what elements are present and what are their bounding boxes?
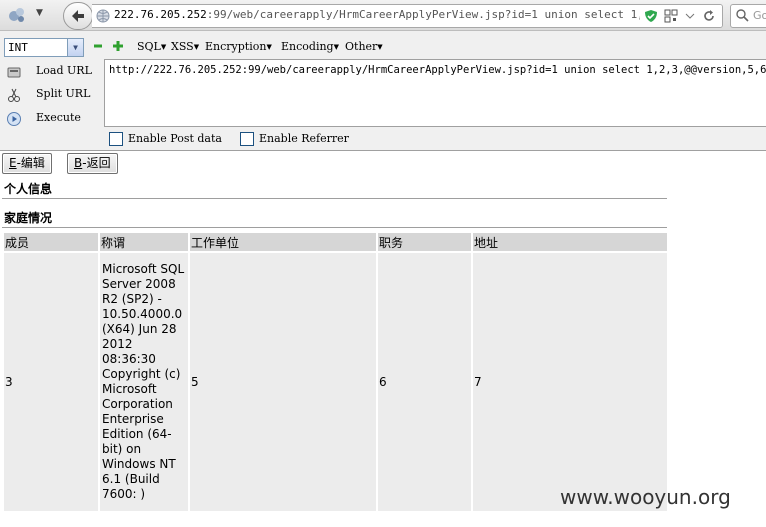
divider xyxy=(2,198,667,200)
reload-icon[interactable] xyxy=(702,9,716,26)
address-bar[interactable]: 222.76.205.252:99/web/careerapply/HrmCar… xyxy=(92,4,723,28)
load-url-label: Load URL xyxy=(36,64,92,77)
column-header: 成员 xyxy=(4,233,98,251)
search-box[interactable]: Go xyxy=(730,4,766,28)
dropdown-arrow-icon[interactable] xyxy=(684,9,696,26)
checkbox-box[interactable] xyxy=(109,132,123,146)
play-icon xyxy=(7,112,21,126)
menu-encryption-label: Encryption xyxy=(205,40,267,53)
menu-other-label: Other xyxy=(345,40,378,53)
menu-other[interactable]: Other▼ xyxy=(345,40,383,53)
url-bar-icons xyxy=(640,5,722,27)
type-select-value: INT xyxy=(8,41,28,54)
scissors-icon xyxy=(8,88,20,102)
chevron-down-icon: ▼ xyxy=(193,43,200,51)
load-url-button[interactable]: Load URL xyxy=(2,61,102,83)
extension-icon[interactable] xyxy=(6,5,28,25)
column-header: 称谓 xyxy=(100,233,188,251)
menu-xss-label: XSS xyxy=(171,40,194,53)
hackbar-panel: INT ▼ SQL▼ XSS▼ Encryption▼ Encoding▼ Ot… xyxy=(0,31,766,151)
url-path: :99/web/careerapply/HrmCareerApplyPerVie… xyxy=(206,8,691,21)
table-cell: 7 xyxy=(473,253,667,511)
menu-encoding[interactable]: Encoding▼ xyxy=(281,40,339,53)
menu-sql-label: SQL xyxy=(137,40,161,53)
url-textarea[interactable]: http://222.76.205.252:99/web/careerapply… xyxy=(104,59,766,127)
minus-icon[interactable] xyxy=(93,41,103,51)
enable-referrer-label: Enable Referrer xyxy=(259,132,349,145)
watermark: www.wooyun.org xyxy=(560,485,731,509)
url-host: 222.76.205.252 xyxy=(114,8,207,21)
search-placeholder: Go xyxy=(753,9,766,22)
search-icon xyxy=(736,9,749,22)
back-button-label: -返回 xyxy=(82,156,111,170)
table-cell: Microsoft SQL Server 2008 R2 (SP2) - 10.… xyxy=(100,253,188,511)
url-text[interactable]: 222.76.205.252:99/web/careerapply/HrmCar… xyxy=(114,8,690,21)
split-url-label: Split URL xyxy=(36,87,91,100)
family-info-heading: 家庭情况 xyxy=(4,211,53,225)
table-row: 3 Microsoft SQL Server 2008 R2 (SP2) - 1… xyxy=(4,253,667,511)
table-cell: 3 xyxy=(4,253,98,511)
shield-icon[interactable] xyxy=(644,9,658,26)
menu-encoding-label: Encoding xyxy=(281,40,334,53)
browser-toolbar: ▼ 222.76.205.252:99/web/careerapply/HrmC… xyxy=(0,0,766,31)
edit-button[interactable]: E-编辑 xyxy=(2,153,52,174)
personal-info-heading: 个人信息 xyxy=(4,182,53,196)
back-button-key: B xyxy=(74,156,83,170)
column-header: 职务 xyxy=(378,233,471,251)
menu-sql[interactable]: SQL▼ xyxy=(137,40,166,53)
globe-icon xyxy=(96,9,110,23)
checkbox-box[interactable] xyxy=(240,132,254,146)
family-table: 成员 称谓 工作单位 职务 地址 3 Microsoft SQL Server … xyxy=(2,231,669,513)
split-url-button[interactable]: Split URL xyxy=(2,84,102,106)
divider xyxy=(2,227,667,229)
chevron-down-icon: ▼ xyxy=(67,39,83,56)
execute-button[interactable]: Execute xyxy=(2,108,102,130)
edit-button-key: E xyxy=(9,156,17,170)
back-arrow-icon xyxy=(72,10,84,22)
chevron-down-icon: ▼ xyxy=(333,43,339,51)
back-button[interactable] xyxy=(63,2,93,30)
load-url-icon xyxy=(7,67,21,78)
column-header: 地址 xyxy=(473,233,667,251)
menu-encryption[interactable]: Encryption▼ xyxy=(205,40,272,53)
table-cell: 5 xyxy=(190,253,376,511)
url-textarea-value: http://222.76.205.252:99/web/careerapply… xyxy=(109,64,766,76)
edit-button-label: -编辑 xyxy=(16,156,45,170)
enable-post-label: Enable Post data xyxy=(128,132,222,145)
table-header-row: 成员 称谓 工作单位 职务 地址 xyxy=(4,233,667,251)
column-header: 工作单位 xyxy=(190,233,376,251)
back-page-button[interactable]: B-返回 xyxy=(67,153,118,174)
chevron-down-icon: ▼ xyxy=(266,43,272,51)
type-select[interactable]: INT ▼ xyxy=(4,38,84,57)
chevron-down-icon: ▼ xyxy=(377,43,383,51)
chevron-down-icon: ▼ xyxy=(160,43,167,51)
chevron-down-icon[interactable]: ▼ xyxy=(36,8,46,20)
table-cell: 6 xyxy=(378,253,471,511)
qr-code-icon[interactable] xyxy=(664,9,678,26)
execute-label: Execute xyxy=(36,111,81,124)
menu-xss[interactable]: XSS▼ xyxy=(171,40,199,53)
plus-icon[interactable] xyxy=(112,40,124,52)
